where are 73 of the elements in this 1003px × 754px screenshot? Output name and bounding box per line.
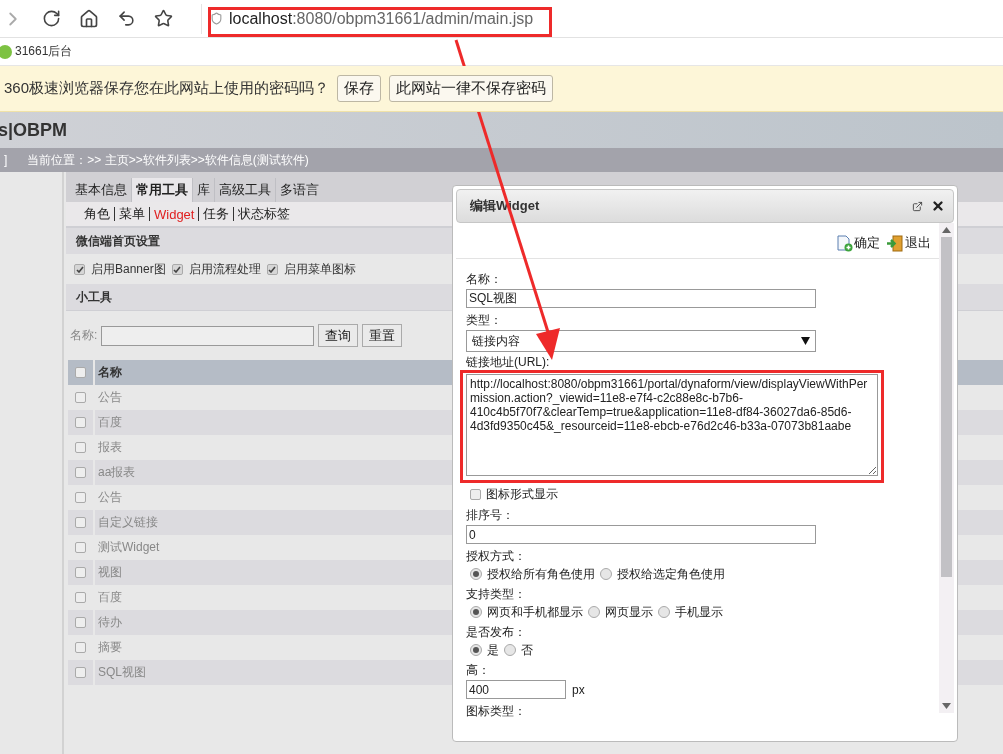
prompt-button[interactable]: 此网站一律不保存密码 (389, 75, 554, 102)
field-label: 类型： (466, 311, 503, 329)
url-field[interactable]: http://localhost:8080/obpm31661/portal/dynaform/view/displayViewWithPermission.action?_viewid=11e8-e7f4-c2c88e8c-b7b6-410c4b5f70f7&clearTemp=true&application=11e8-df84-36027da6-85d6-4d3fd9350c45&_resourceid=11e8-ebcb-e76d2c46-b33a-07073b81aabe (466, 374, 878, 476)
subtab-link[interactable]: 状态标签 (234, 205, 295, 223)
tab[interactable]: 基本信息 (70, 178, 131, 202)
row-checkbox[interactable] (75, 442, 86, 453)
breadcrumb: 当前位置：>> 主页>>软件列表>>软件信息(测试软件) (27, 151, 309, 169)
row-checkbox[interactable] (75, 592, 86, 603)
radio-button[interactable] (470, 644, 482, 656)
unit-label: px (572, 682, 585, 697)
row-checkbox[interactable] (75, 517, 86, 528)
radio-button[interactable] (504, 644, 516, 656)
text-field[interactable]: SQL视图 (466, 289, 816, 308)
row-checkbox[interactable] (75, 642, 86, 653)
radio-label: 否 (521, 641, 533, 659)
close-icon[interactable] (931, 199, 945, 213)
checkbox-label: 图标形式显示 (486, 485, 558, 503)
row-checkbox[interactable] (75, 667, 86, 678)
subtab-link[interactable]: 任务 (199, 205, 234, 223)
row-checkbox[interactable] (75, 567, 86, 578)
row-checkbox[interactable] (75, 417, 86, 428)
row-checkbox[interactable] (75, 542, 86, 553)
radio-button[interactable] (600, 568, 612, 580)
dialog-action-button[interactable]: 退出 (886, 234, 931, 252)
subtab-link[interactable]: 角色 (80, 205, 114, 223)
radio-button[interactable] (470, 568, 482, 580)
checkbox[interactable] (470, 488, 481, 500)
field-label: 图标类型： (466, 702, 527, 720)
reload-icon[interactable] (42, 9, 61, 28)
subtab-link[interactable]: Widget (150, 206, 199, 222)
prompt-button[interactable]: 保存 (337, 75, 382, 102)
radio-button[interactable] (658, 606, 670, 618)
undo-icon[interactable] (117, 9, 136, 28)
dialog-action-button[interactable]: 确定 (836, 234, 880, 252)
search-button[interactable]: 重置 (362, 324, 403, 347)
search-button[interactable]: 查询 (318, 324, 359, 347)
radio-label: 授权给选定角色使用 (617, 565, 725, 583)
field-label: 高： (466, 661, 491, 679)
door-exit-icon (886, 234, 904, 252)
popout-icon[interactable] (912, 200, 923, 212)
shield-icon (210, 12, 223, 25)
checkbox[interactable] (266, 263, 278, 275)
tab[interactable]: 常用工具 (131, 178, 192, 202)
scrollbar[interactable] (939, 223, 954, 713)
radio-button[interactable] (588, 606, 600, 618)
radio-label: 是 (487, 641, 499, 659)
subtab-link[interactable]: 菜单 (115, 205, 149, 223)
row-checkbox[interactable] (75, 392, 86, 403)
radio-button[interactable] (470, 606, 482, 618)
scroll-down-icon[interactable] (942, 703, 951, 709)
checkbox[interactable] (171, 263, 183, 275)
bookmark-link[interactable]: 31661后台 (15, 43, 73, 60)
caret-icon (801, 337, 810, 345)
field-label: 支持类型： (466, 585, 527, 603)
height-field[interactable]: 400 (466, 680, 566, 699)
checkbox-label: 启用Banner图 (91, 260, 166, 278)
site-icon (0, 44, 12, 59)
home-icon[interactable] (79, 8, 99, 29)
bookmark-star-icon[interactable] (154, 9, 173, 28)
text-field[interactable]: 0 (466, 525, 816, 544)
row-checkbox[interactable] (75, 467, 86, 478)
row-checkbox[interactable] (75, 617, 86, 628)
radio-label: 授权给所有角色使用 (487, 565, 595, 583)
search-field[interactable] (101, 325, 315, 346)
document-add-icon (836, 234, 853, 252)
checkbox-label: 启用流程处理 (188, 260, 261, 278)
password-prompt-text: 360极速浏览器保存您在此网站上使用的密码吗？ (4, 79, 330, 98)
checkbox[interactable] (74, 263, 85, 275)
select-all-checkbox[interactable] (75, 367, 86, 378)
row-checkbox[interactable] (75, 492, 86, 503)
checkbox-label: 启用菜单图标 (283, 260, 356, 278)
type-select[interactable]: 链接内容 (466, 330, 816, 352)
search-label: 名称: (70, 327, 98, 344)
